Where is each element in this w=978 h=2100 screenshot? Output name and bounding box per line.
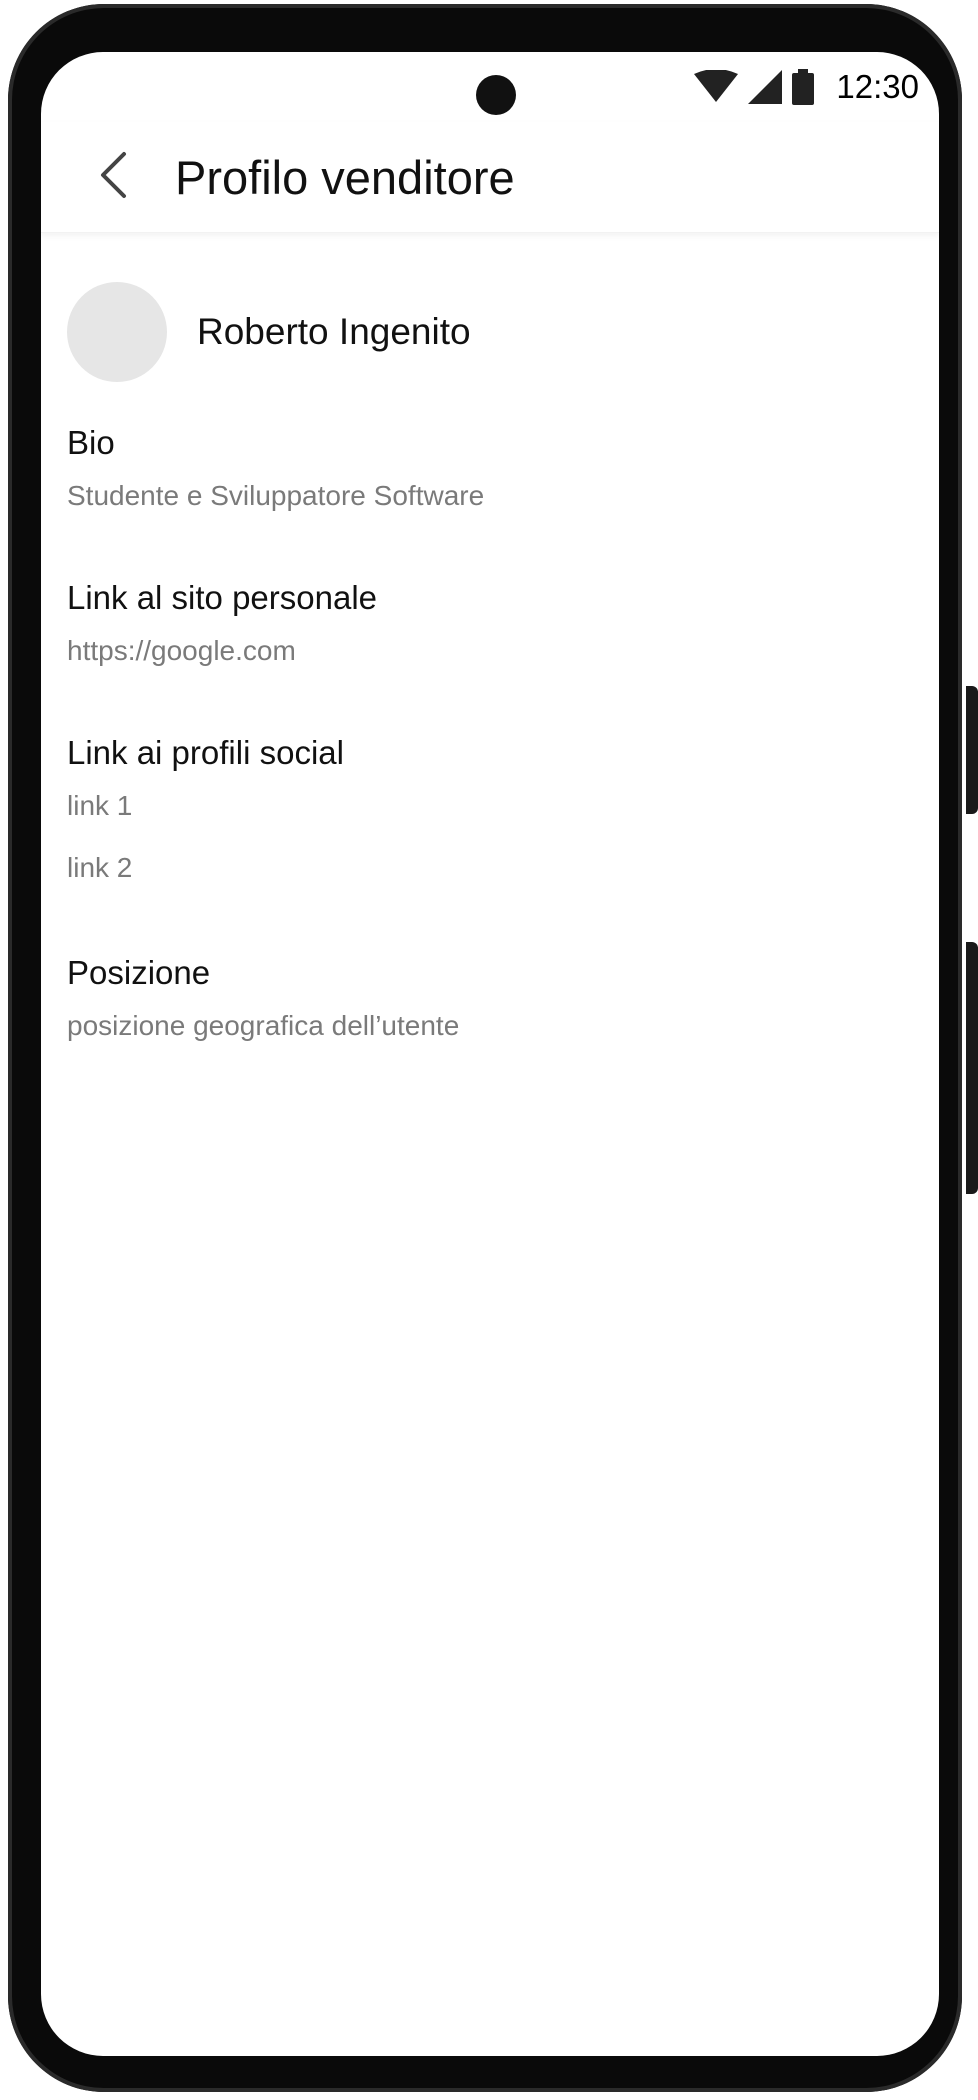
volume-button xyxy=(966,686,978,814)
location-heading: Posizione xyxy=(67,954,211,991)
bio-section: Bio Studente e Sviluppatore Software xyxy=(67,424,484,512)
wifi-icon xyxy=(694,70,739,104)
seller-name: Roberto Ingenito xyxy=(197,311,471,352)
avatar xyxy=(67,282,167,382)
website-heading: Link al sito personale xyxy=(67,579,378,616)
status-bar: 12:30 xyxy=(694,62,919,112)
website-section: Link al sito personale https://google.co… xyxy=(67,579,377,667)
website-link[interactable]: https://google.com xyxy=(67,635,377,667)
app-bar: Profilo venditore xyxy=(41,122,939,233)
seller-profile-header: Roberto Ingenito xyxy=(67,282,471,382)
location-section: Posizione posizione geografica dell’uten… xyxy=(67,954,459,1042)
social-heading: Link ai profili social xyxy=(67,734,344,771)
phone-screen: 12:30 Profilo venditore Roberto Ingenito… xyxy=(41,52,939,2056)
location-value: posizione geografica dell’utente xyxy=(67,1010,460,1041)
phone-frame: 12:30 Profilo venditore Roberto Ingenito… xyxy=(8,4,978,2092)
social-section: Link ai profili social link 1 link 2 xyxy=(67,734,344,884)
bio-heading: Bio xyxy=(67,424,115,461)
power-button xyxy=(966,942,978,1194)
social-link-2[interactable]: link 2 xyxy=(67,852,344,884)
signal-icon xyxy=(748,70,783,104)
bio-value: Studente e Sviluppatore Software xyxy=(67,480,485,511)
back-button[interactable] xyxy=(91,147,135,207)
social-link-1[interactable]: link 1 xyxy=(67,790,344,822)
page-title: Profilo venditore xyxy=(175,150,515,204)
battery-icon xyxy=(792,69,815,105)
status-time: 12:30 xyxy=(836,68,919,105)
front-camera xyxy=(476,75,516,115)
chevron-left-icon xyxy=(99,151,127,204)
